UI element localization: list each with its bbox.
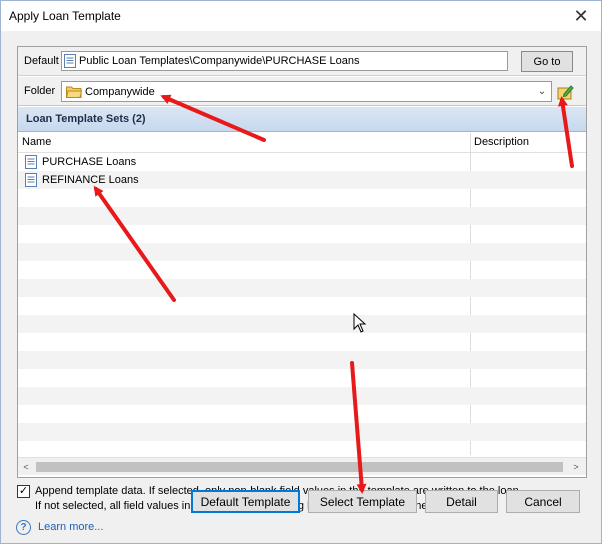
empty-list-row [18,279,586,297]
close-icon: ✕ [573,5,589,26]
title-bar: Apply Loan Template ✕ [1,1,601,31]
detail-button[interactable]: Detail [425,490,498,513]
empty-list-row [18,423,586,441]
folder-icon [66,86,82,98]
go-to-button[interactable]: Go to [521,51,573,72]
horizontal-scrollbar[interactable]: < > [18,457,586,475]
empty-list-row [18,369,586,387]
document-icon [25,155,37,169]
list-item[interactable]: PURCHASE Loans [18,153,586,171]
dialog-body: Default Public Loan Templates\Companywid… [1,31,601,543]
document-icon [64,54,76,68]
empty-list-row [18,315,586,333]
scroll-right-icon[interactable]: > [570,461,582,473]
edit-folder-icon[interactable] [557,83,575,101]
list-item-name: PURCHASE Loans [42,156,137,168]
sets-header-title: Loan Template Sets (2) [26,113,146,125]
list-item[interactable]: REFINANCE Loans [18,171,586,189]
learn-more-link[interactable]: Learn more... [38,521,103,533]
select-template-button[interactable]: Select Template [308,490,417,513]
empty-list-row [18,405,586,423]
document-icon [25,173,37,187]
empty-list-row [18,297,586,315]
empty-list-row [18,351,586,369]
folder-label: Folder [24,85,56,97]
mouse-cursor-icon [353,313,367,333]
default-template-button[interactable]: Default Template [191,490,300,513]
list-item-name: REFINANCE Loans [42,174,139,186]
template-panel: Default Public Loan Templates\Companywid… [17,46,587,478]
folder-combobox[interactable]: Companywide ⌄ [61,81,552,102]
column-header-name[interactable]: Name [22,136,51,148]
default-path-text: Public Loan Templates\Companywide\PURCHA… [79,55,360,67]
empty-list-row [18,441,586,455]
empty-list-row [18,387,586,405]
scrollbar-thumb[interactable] [36,462,563,472]
template-sets-list: PURCHASE Loans REFINANCE Loans [18,153,586,455]
column-header-row: Name Description [18,133,586,153]
empty-list-row [18,261,586,279]
default-path-field[interactable]: Public Loan Templates\Companywide\PURCHA… [61,51,508,71]
column-header-description[interactable]: Description [474,136,529,148]
append-template-option: ✓ Append template data. If selected, onl… [17,484,587,514]
loan-template-sets-header: Loan Template Sets (2) [18,107,586,132]
help-icon[interactable]: ? [16,520,31,535]
scroll-left-icon[interactable]: < [20,461,32,473]
apply-loan-template-dialog: Apply Loan Template ✕ Default Public Loa… [0,0,602,544]
close-button[interactable]: ✕ [567,3,595,29]
folder-value: Companywide [85,86,155,98]
folder-row: Folder Companywide ⌄ [18,77,586,106]
empty-list-row [18,189,586,207]
empty-list-row [18,243,586,261]
chevron-down-icon[interactable]: ⌄ [535,85,549,99]
empty-list-row [18,333,586,351]
empty-list-row [18,207,586,225]
default-label: Default [24,55,59,67]
window-title: Apply Loan Template [9,9,121,23]
append-checkbox[interactable]: ✓ [17,485,30,498]
default-row: Default Public Loan Templates\Companywid… [18,47,586,76]
cancel-button[interactable]: Cancel [506,490,580,513]
empty-list-row [18,225,586,243]
